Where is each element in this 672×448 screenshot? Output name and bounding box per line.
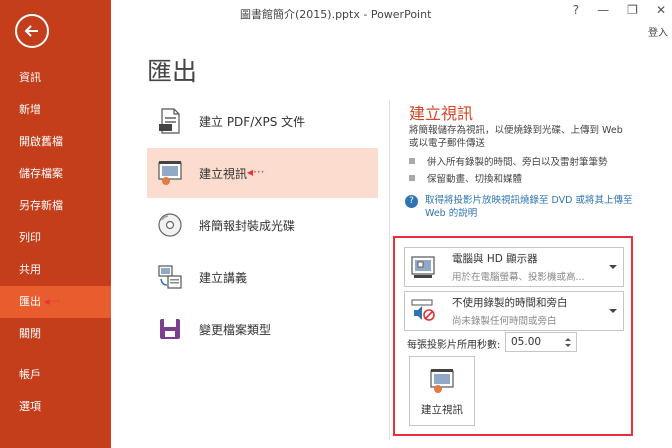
option-create-pdf[interactable]: 建立 PDF/XPS 文件 xyxy=(147,96,378,146)
backstage-sidebar: 資訊 新增 開啟舊檔 儲存檔案 另存新檔 列印 共用 匯出 ◂··· 關閉 帳戶… xyxy=(0,0,111,448)
seconds-label: 每張投影片所用秒數: xyxy=(407,340,501,351)
page-title: 匯出 xyxy=(147,57,198,86)
help-link[interactable]: ? 取得將投影片放映視訊燒錄至 DVD 或將其上傳至 Web 的說明 xyxy=(405,194,645,220)
nav-open[interactable]: 開啟舊檔 xyxy=(0,126,111,158)
help-icon: ? xyxy=(405,195,418,208)
minimize-button[interactable]: — xyxy=(597,3,609,17)
nav-close[interactable]: 關閉 xyxy=(0,318,111,350)
quality-selected: 電腦與 HD 顯示器 xyxy=(452,253,538,265)
bullet-icon xyxy=(409,157,415,164)
annotation-arrow-icon: ◂··· xyxy=(44,295,61,308)
timings-description: 尚未錄製任何時間或旁白 xyxy=(452,316,557,327)
list-item-text: 併入所有錄製的時間、旁白以及雷射筆筆勢 xyxy=(427,156,608,168)
handout-icon xyxy=(155,262,185,292)
restore-button[interactable]: ❐ xyxy=(627,3,638,17)
list-item: 保留動畫、切換和媒體 xyxy=(407,169,637,186)
option-label: 建立 PDF/XPS 文件 xyxy=(199,114,306,129)
close-button[interactable]: ✕ xyxy=(656,3,666,17)
panel-description: 將簡報儲存為視訊，以便燒錄到光碟、上傳到 Web 或以電子郵件傳送 xyxy=(409,125,623,149)
stepper-down-icon[interactable] xyxy=(565,343,571,347)
nav-info[interactable]: 資訊 xyxy=(0,62,111,94)
quality-description: 用於在電腦螢幕、投影機或高... xyxy=(452,272,585,283)
timings-dropdown[interactable]: 不使用錄製的時間和旁白 尚未錄製任何時間或旁白 xyxy=(404,291,624,331)
help-button[interactable]: ? xyxy=(573,3,579,17)
seconds-stepper[interactable]: 05.00 xyxy=(505,332,577,352)
option-create-handouts[interactable]: 建立講義 xyxy=(147,252,378,302)
nav-print[interactable]: 列印 xyxy=(0,222,111,254)
panel-title: 建立視訊 xyxy=(409,104,474,123)
list-item: 併入所有錄製的時間、旁白以及雷射筆筆勢 xyxy=(407,152,637,169)
nav-account[interactable]: 帳戶 xyxy=(0,359,111,391)
nav-export-label: 匯出 xyxy=(19,295,41,308)
video-icon xyxy=(427,366,457,396)
nav-options[interactable]: 選項 xyxy=(0,391,111,423)
feature-list: 併入所有錄製的時間、旁白以及雷射筆筆勢 保留動畫、切換和媒體 xyxy=(407,152,637,186)
cd-icon xyxy=(155,210,185,240)
chevron-down-icon xyxy=(609,265,617,269)
quality-dropdown[interactable]: 電腦與 HD 顯示器 用於在電腦螢幕、投影機或高... xyxy=(404,247,624,287)
stepper-up-icon[interactable] xyxy=(565,337,571,341)
option-label: 變更檔案類型 xyxy=(199,322,272,337)
pdf-xps-icon xyxy=(155,106,185,136)
create-video-button[interactable]: 建立視訊 xyxy=(409,356,475,426)
back-arrow-icon xyxy=(24,25,38,37)
option-label: 建立視訊 xyxy=(199,166,248,181)
seconds-value[interactable]: 05.00 xyxy=(506,336,563,348)
nav-new[interactable]: 新增 xyxy=(0,94,111,126)
help-link-text[interactable]: 取得將投影片放映視訊燒錄至 DVD 或將其上傳至 Web 的說明 xyxy=(425,194,645,220)
backstage-nav: 資訊 新增 開啟舊檔 儲存檔案 另存新檔 列印 共用 匯出 ◂··· 關閉 帳戶… xyxy=(0,62,111,423)
export-options: 建立 PDF/XPS 文件 建立視訊 ◂··· 將簡報封裝成光碟 建立講義 變更… xyxy=(147,96,378,356)
timings-selected: 不使用錄製的時間和旁白 xyxy=(452,297,568,309)
panel-divider xyxy=(389,100,390,440)
option-package-cd[interactable]: 將簡報封裝成光碟 xyxy=(147,200,378,250)
annotation-arrow-icon: ◂··· xyxy=(247,165,265,179)
window-title: 圖書館簡介(2015).pptx - PowerPoint xyxy=(240,8,432,21)
bullet-icon xyxy=(409,174,415,181)
window-controls: ? — ❐ ✕ xyxy=(573,3,666,17)
create-video-label: 建立視訊 xyxy=(421,404,463,416)
option-change-file-type[interactable]: 變更檔案類型 xyxy=(147,304,378,354)
no-narration-icon xyxy=(410,298,436,324)
nav-export[interactable]: 匯出 ◂··· xyxy=(0,286,111,318)
option-create-video[interactable]: 建立視訊 ◂··· xyxy=(147,148,378,198)
option-label: 將簡報封裝成光碟 xyxy=(199,218,296,233)
nav-save[interactable]: 儲存檔案 xyxy=(0,158,111,190)
option-label: 建立講義 xyxy=(199,270,248,285)
login-link[interactable]: 登入 xyxy=(648,24,668,39)
file-type-icon xyxy=(155,314,185,344)
nav-save-as[interactable]: 另存新檔 xyxy=(0,190,111,222)
video-icon xyxy=(155,158,185,188)
back-button[interactable] xyxy=(15,14,49,48)
list-item-text: 保留動畫、切換和媒體 xyxy=(427,173,523,185)
chevron-down-icon xyxy=(609,309,617,313)
monitor-icon xyxy=(410,254,436,280)
nav-share[interactable]: 共用 xyxy=(0,254,111,286)
